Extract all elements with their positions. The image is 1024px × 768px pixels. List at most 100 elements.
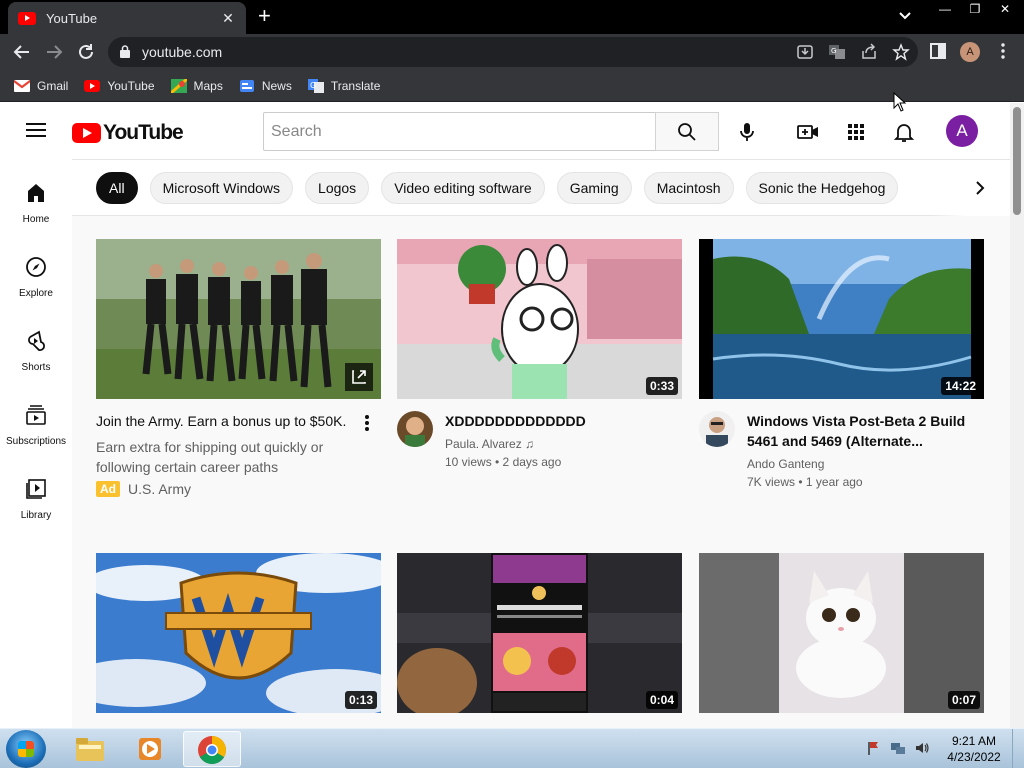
video-thumbnail[interactable]: 0:33	[397, 239, 682, 399]
chip-sonic-the-hedgehog[interactable]: Sonic the Hedgehog	[745, 172, 899, 204]
channel-name[interactable]: Ando Ganteng	[747, 457, 977, 471]
ad-advertiser[interactable]: U.S. Army	[128, 481, 191, 497]
video-grid: Join the Army. Earn a bonus up to $50K. …	[72, 216, 1010, 728]
sidebar-item-library[interactable]: Library	[0, 467, 72, 527]
shield-logo-thumbnail-image	[96, 553, 381, 713]
chip-video-editing-software[interactable]: Video editing software	[381, 172, 545, 204]
bookmark-label: Translate	[330, 78, 381, 93]
external-link-button[interactable]	[345, 363, 373, 391]
show-desktop-button[interactable]	[1012, 729, 1024, 768]
apps-grid-icon[interactable]	[844, 120, 868, 144]
menu-hamburger-icon[interactable]	[26, 123, 46, 137]
taskbar-explorer[interactable]	[62, 731, 120, 767]
notifications-bell-icon[interactable]	[892, 120, 916, 144]
account-avatar[interactable]: A	[946, 115, 978, 147]
install-app-icon[interactable]	[796, 43, 814, 61]
search-input[interactable]	[264, 113, 655, 150]
tab-youtube[interactable]: YouTube ✕	[8, 2, 246, 34]
minimize-button[interactable]: —	[930, 0, 960, 20]
video-card[interactable]: 0:13	[96, 553, 381, 713]
youtube-header: YouTube A	[0, 103, 1010, 159]
lock-icon[interactable]	[120, 45, 130, 58]
sidebar-item-home[interactable]: Home	[0, 171, 72, 231]
omnibox-actions: G	[796, 43, 910, 61]
chip-logos[interactable]: Logos	[305, 172, 370, 204]
compass-icon	[26, 257, 46, 277]
sidebar-item-shorts[interactable]: Shorts	[0, 319, 72, 379]
start-button[interactable]	[6, 730, 46, 768]
ad-sponsor-row: Ad U.S. Army	[96, 481, 191, 497]
profile-avatar[interactable]: A	[960, 42, 980, 62]
page-scrollbar[interactable]	[1010, 103, 1024, 728]
video-card[interactable]: 0:33 XDDDDDDDDDDDDD Paula. Alvarez ♫ 10 …	[397, 239, 682, 469]
video-thumbnail[interactable]: 14:22	[699, 239, 984, 399]
chip-gaming[interactable]: Gaming	[556, 172, 632, 204]
back-button[interactable]	[11, 41, 33, 63]
ad-more-actions-icon[interactable]	[364, 415, 370, 433]
restore-button[interactable]: ❐	[960, 0, 990, 20]
address-bar[interactable]: youtube.com G	[108, 37, 918, 67]
ad-thumbnail[interactable]	[96, 239, 381, 399]
ad-badge: Ad	[96, 481, 120, 497]
taskbar-media-player[interactable]	[122, 731, 180, 767]
tab-search-chevron-icon[interactable]	[896, 7, 914, 25]
youtube-logo[interactable]: YouTube	[72, 121, 184, 145]
video-stats: 7K views • 1 year ago	[747, 475, 863, 489]
sidebar-label: Subscriptions	[5, 436, 67, 447]
channel-avatar[interactable]	[699, 411, 735, 447]
window-controls: — ❐ ✕	[930, 0, 1020, 20]
chevron-right-icon[interactable]	[972, 180, 988, 196]
translate-icon: G	[307, 78, 324, 93]
kebab-menu-icon[interactable]	[994, 42, 1012, 60]
video-thumbnail[interactable]: 0:07	[699, 553, 984, 713]
video-thumbnail[interactable]: 0:13	[96, 553, 381, 713]
translate-page-icon[interactable]: G	[828, 43, 846, 61]
ad-title[interactable]: Join the Army. Earn a bonus up to $50K.	[96, 411, 356, 431]
new-tab-button[interactable]: +	[258, 5, 271, 27]
ad-card[interactable]: Join the Army. Earn a bonus up to $50K. …	[96, 239, 381, 497]
video-card[interactable]: 14:22 Windows Vista Post-Beta 2 Build 54…	[699, 239, 984, 489]
video-card[interactable]: 0:07	[699, 553, 984, 713]
taskbar-chrome[interactable]	[183, 731, 241, 767]
chip-all[interactable]: All	[96, 172, 138, 204]
side-panel-icon[interactable]	[929, 42, 947, 60]
forward-button[interactable]	[43, 41, 65, 63]
reload-button[interactable]	[75, 41, 97, 63]
create-video-icon[interactable]	[796, 120, 820, 144]
bookmark-label: Gmail	[37, 78, 69, 93]
chip-microsoft-windows[interactable]: Microsoft Windows	[149, 172, 294, 204]
scrollbar-thumb[interactable]	[1013, 107, 1021, 215]
video-card[interactable]: 0:04	[397, 553, 682, 713]
volume-icon[interactable]	[914, 740, 930, 756]
sidebar-item-subscriptions[interactable]: Subscriptions	[0, 393, 72, 453]
share-icon[interactable]	[860, 43, 878, 61]
channel-name[interactable]: Paula. Alvarez ♫	[445, 437, 675, 451]
bookmark-gmail[interactable]: Gmail	[14, 79, 68, 93]
svg-text:G: G	[831, 47, 836, 55]
search-button[interactable]	[655, 112, 719, 151]
tab-close-button[interactable]: ✕	[220, 10, 236, 27]
chip-macintosh[interactable]: Macintosh	[643, 172, 734, 204]
video-thumbnail[interactable]: 0:04	[397, 553, 682, 713]
microphone-icon[interactable]	[735, 120, 759, 144]
bookmark-label: Maps	[193, 78, 223, 93]
bookmark-star-icon[interactable]	[892, 43, 910, 61]
chip-fade-overlay	[930, 160, 1010, 216]
maps-icon	[170, 78, 187, 93]
video-title[interactable]: XDDDDDDDDDDDDD	[445, 411, 675, 431]
bookmark-label: YouTube	[107, 78, 155, 93]
bookmark-translate[interactable]: G Translate	[307, 78, 381, 93]
video-meta: Windows Vista Post-Beta 2 Build 5461 and…	[747, 411, 977, 489]
bookmark-news[interactable]: News	[239, 79, 292, 93]
sidebar-item-explore[interactable]: Explore	[0, 245, 72, 305]
close-window-button[interactable]: ✕	[990, 0, 1020, 20]
channel-avatar[interactable]	[397, 411, 433, 447]
url-text: youtube.com	[142, 44, 223, 60]
bookmark-youtube[interactable]: YouTube	[84, 78, 155, 93]
network-icon[interactable]	[890, 740, 906, 756]
action-center-flag-icon[interactable]	[866, 740, 882, 756]
taskbar-clock[interactable]: 9:21 AM 4/23/2022	[940, 733, 1008, 765]
reload-icon	[79, 44, 93, 59]
bookmark-maps[interactable]: Maps	[170, 78, 223, 93]
video-title[interactable]: Windows Vista Post-Beta 2 Build 5461 and…	[747, 411, 977, 451]
